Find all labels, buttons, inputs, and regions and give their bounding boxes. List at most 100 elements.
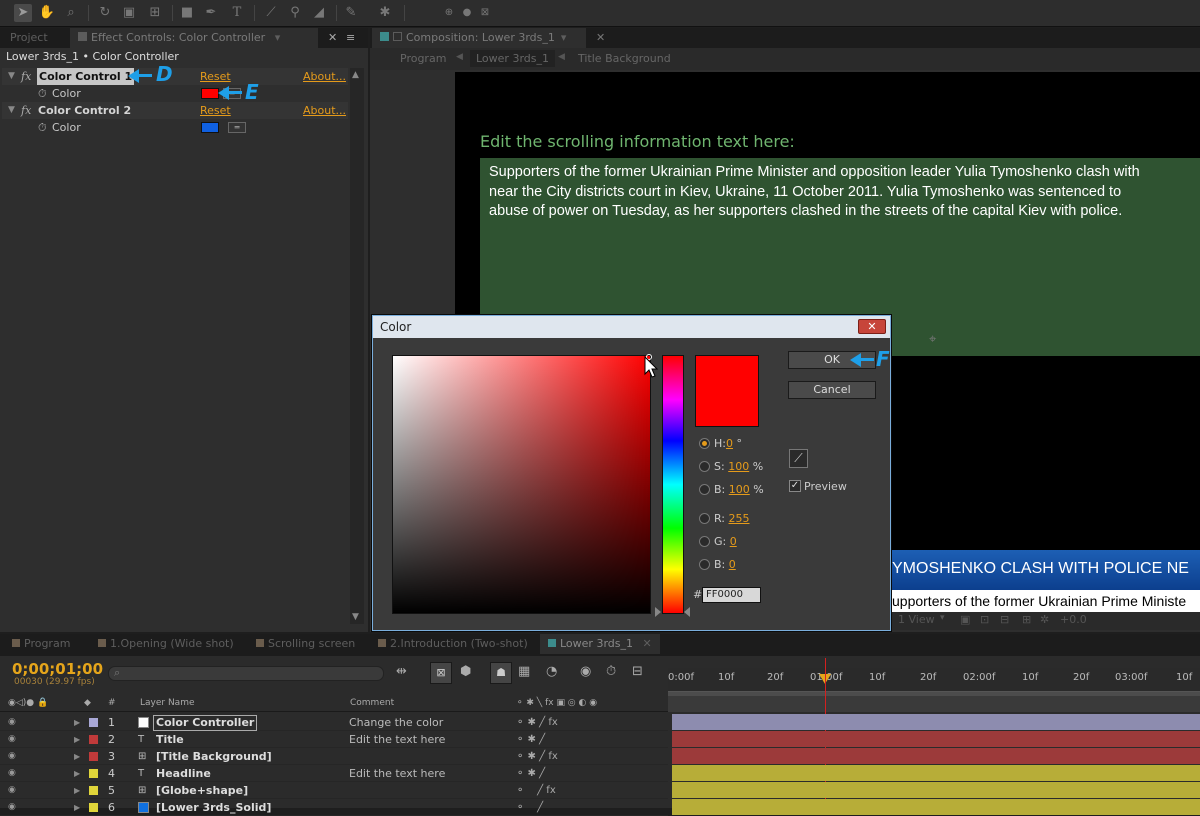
- fast-preview-icon[interactable]: ⊡: [980, 613, 989, 626]
- panel-lock-icon[interactable]: [393, 32, 402, 41]
- pen-tool-icon[interactable]: ✒: [202, 4, 220, 22]
- tab-program[interactable]: Program: [4, 634, 78, 654]
- hue-value[interactable]: 0: [726, 437, 733, 450]
- layer-label-color[interactable]: [89, 786, 98, 795]
- layer-duration-bar[interactable]: [672, 714, 1200, 730]
- layer-label-color[interactable]: [89, 769, 98, 778]
- radio-hue[interactable]: [699, 438, 710, 449]
- fx-icon[interactable]: fx: [21, 102, 31, 119]
- layer-name[interactable]: Headline: [156, 765, 211, 782]
- hand-tool-icon[interactable]: ✋: [38, 4, 56, 22]
- layer-row[interactable]: ◉ ▶ 4 T Headline Edit the text here ⚬ ✱ ╱: [0, 765, 668, 782]
- layer-duration-bar[interactable]: [672, 765, 1200, 781]
- hue-slider-handle-right-icon[interactable]: [684, 607, 690, 617]
- view-dropdown-icon[interactable]: ▾: [940, 613, 945, 623]
- type-tool-icon[interactable]: T: [228, 4, 246, 22]
- motion-blur-icon[interactable]: ◔: [546, 664, 557, 679]
- blue-value[interactable]: 0: [729, 558, 736, 571]
- eyedropper-icon[interactable]: ═: [228, 122, 246, 133]
- puppet-tool-icon[interactable]: ✱: [376, 4, 394, 22]
- graph-editor-icon[interactable]: ⊟: [632, 664, 643, 679]
- tab-close-icon[interactable]: ✕: [643, 637, 652, 650]
- layer-name[interactable]: [Title Background]: [156, 748, 272, 765]
- live-update-icon[interactable]: ⊠: [430, 662, 452, 684]
- roto-brush-tool-icon[interactable]: ✎: [342, 4, 360, 22]
- visibility-eye-icon[interactable]: ◉: [8, 765, 16, 782]
- hex-input[interactable]: FF0000: [702, 587, 761, 603]
- eraser-tool-icon[interactable]: ◢: [310, 4, 328, 22]
- timeline-icon[interactable]: ⊟: [1000, 613, 1009, 626]
- layer-label-color[interactable]: [89, 752, 98, 761]
- scroll-body-text[interactable]: Supporters of the former Ukrainian Prime…: [489, 163, 1200, 233]
- layer-name[interactable]: Title: [156, 731, 184, 748]
- tab-composition[interactable]: Composition: Lower 3rds_1 ▾: [372, 28, 586, 48]
- twirl-closed-icon[interactable]: ▶: [74, 782, 80, 799]
- preview-checkbox[interactable]: ✓: [789, 480, 801, 492]
- eyedropper-button[interactable]: ⟋: [789, 449, 808, 468]
- twirl-open-icon[interactable]: ▼: [8, 102, 15, 119]
- layer-switches-icon[interactable]: ⚬ ✱ ╱ fx: [516, 714, 558, 731]
- cancel-button[interactable]: Cancel: [788, 381, 876, 399]
- about-link[interactable]: About...: [303, 68, 346, 85]
- twirl-closed-icon[interactable]: ▶: [74, 748, 80, 765]
- effect-name[interactable]: Color Control 2: [38, 102, 131, 119]
- scroll-down-icon[interactable]: ▼: [352, 612, 359, 622]
- column-layer-name[interactable]: Layer Name: [140, 698, 195, 708]
- auto-keyframe-icon[interactable]: ⏱: [606, 664, 616, 679]
- layer-duration-bar[interactable]: [672, 748, 1200, 764]
- radio-red[interactable]: [699, 513, 710, 524]
- layer-switches-icon[interactable]: ⚬ ✱ ╱: [516, 731, 545, 748]
- tab-introduction[interactable]: 2.Introduction (Two-shot): [370, 634, 536, 654]
- reset-link[interactable]: Reset: [200, 102, 231, 119]
- view-axis-icon[interactable]: ⊠: [476, 4, 494, 22]
- brush-tool-icon[interactable]: ⟋: [262, 4, 280, 22]
- about-link[interactable]: About...: [303, 102, 346, 119]
- layer-duration-bar[interactable]: [672, 782, 1200, 798]
- layer-row[interactable]: ◉ ▶ 5 ⊞ [Globe+shape] ⚬ ╱ fx: [0, 782, 668, 799]
- tab-dropdown-icon[interactable]: ▾: [275, 31, 281, 44]
- dialog-close-button[interactable]: ✕: [858, 319, 886, 334]
- world-axis-icon[interactable]: ●: [458, 4, 476, 22]
- dialog-title-bar[interactable]: Color: [373, 316, 890, 338]
- ticker-text[interactable]: upporters of the former Ukrainian Prime …: [892, 593, 1186, 609]
- exposure-icon[interactable]: ✲: [1040, 613, 1049, 626]
- toggle-pixel-icon[interactable]: ▣: [960, 613, 970, 626]
- stopwatch-icon[interactable]: ⏱: [38, 119, 47, 136]
- flowchart-icon[interactable]: ⊞: [1022, 613, 1031, 626]
- layer-label-color[interactable]: [89, 735, 98, 744]
- ticker-headline[interactable]: YMOSHENKO CLASH WITH POLICE NE: [892, 560, 1189, 578]
- layer-switches-icon[interactable]: ⚬ ╱ fx: [516, 782, 556, 799]
- column-comment[interactable]: Comment: [350, 698, 394, 708]
- layer-search-input[interactable]: ⌕: [108, 666, 384, 681]
- brainstorm-icon[interactable]: ◉: [580, 664, 591, 679]
- reset-link[interactable]: Reset: [200, 68, 231, 85]
- layer-comment[interactable]: Change the color: [349, 714, 443, 731]
- effect-name[interactable]: Color Control 1: [37, 68, 135, 85]
- twirl-closed-icon[interactable]: ▶: [74, 731, 80, 748]
- rectangle-tool-icon[interactable]: ■: [178, 4, 196, 22]
- camera-tool-icon[interactable]: ▣: [120, 4, 138, 22]
- saturation-value[interactable]: 100: [728, 460, 749, 473]
- visibility-eye-icon[interactable]: ◉: [8, 748, 16, 765]
- clone-stamp-tool-icon[interactable]: ⚲: [286, 4, 304, 22]
- color-swatch-1[interactable]: [201, 88, 219, 99]
- twirl-closed-icon[interactable]: ▶: [74, 765, 80, 782]
- hue-slider-handle-left-icon[interactable]: [655, 607, 661, 617]
- layer-name[interactable]: Color Controller: [153, 715, 258, 731]
- visibility-eye-icon[interactable]: ◉: [8, 714, 16, 731]
- selection-tool-icon[interactable]: ➤: [14, 4, 32, 22]
- composition-mini-flowchart-icon[interactable]: ⇹: [396, 664, 407, 679]
- color-swatch-2[interactable]: [201, 122, 219, 133]
- red-value[interactable]: 255: [729, 512, 750, 525]
- effect-color-control-1[interactable]: ▼ fx Color Control 1 Reset About...: [2, 68, 348, 85]
- layer-switches-icon[interactable]: ⚬ ✱ ╱: [516, 765, 545, 782]
- layer-comment[interactable]: Edit the text here: [349, 765, 445, 782]
- breadcrumb-item[interactable]: Program: [400, 52, 446, 65]
- hide-shy-layers-icon[interactable]: ☗: [490, 662, 512, 684]
- green-value[interactable]: 0: [730, 535, 737, 548]
- tab-effect-controls[interactable]: Effect Controls: Color Controller ▾: [70, 28, 318, 48]
- stopwatch-icon[interactable]: ⏱: [38, 85, 47, 102]
- layer-duration-bar[interactable]: [672, 799, 1200, 815]
- panel-menu-icon[interactable]: ≡: [338, 28, 363, 48]
- radio-saturation[interactable]: [699, 461, 710, 472]
